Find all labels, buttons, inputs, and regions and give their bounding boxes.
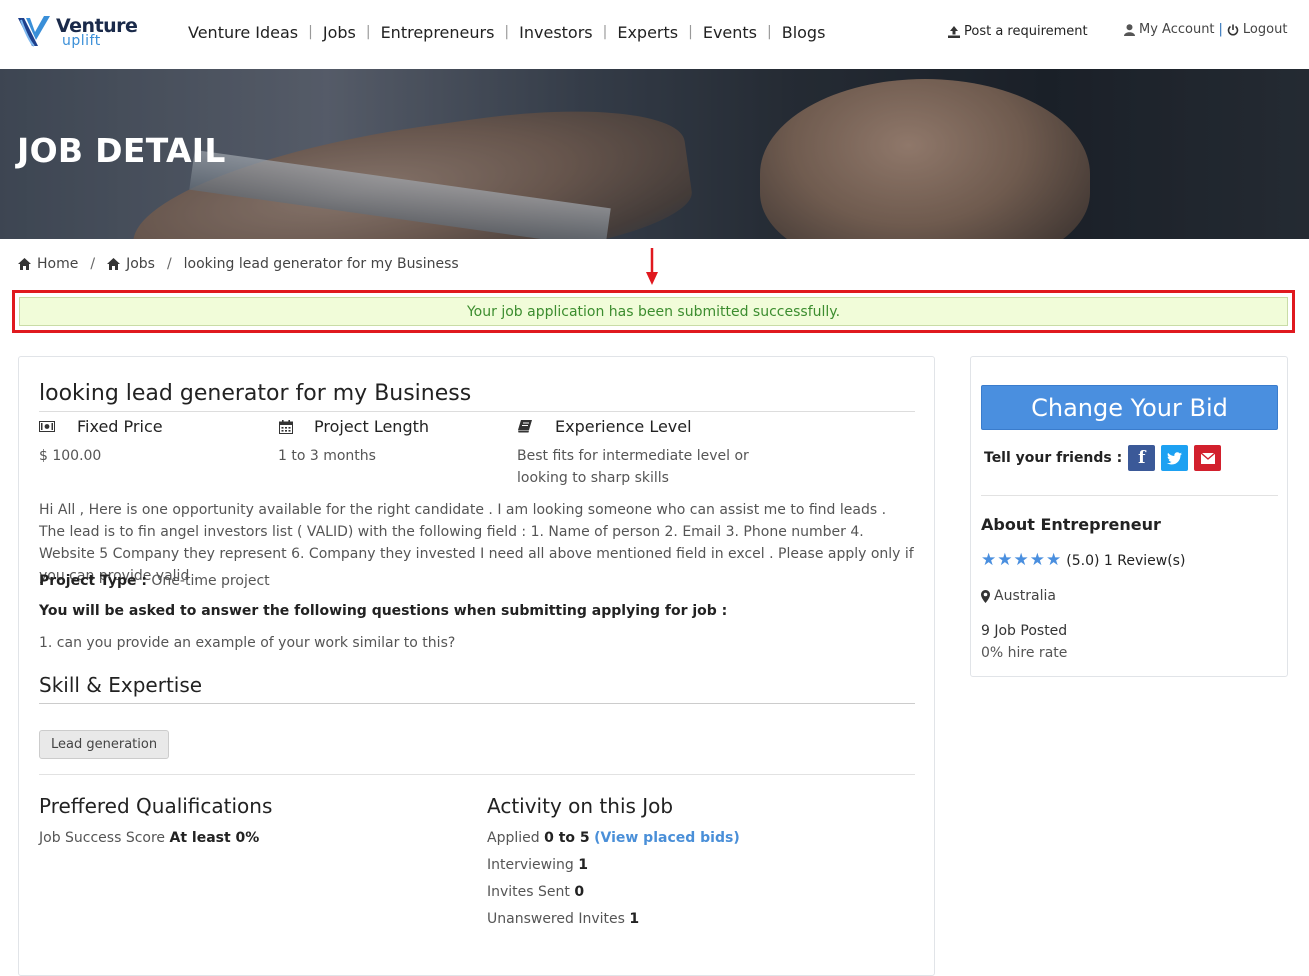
experience-value-line-1: Best fits for intermediate level or [517,448,749,464]
rating-text: (5.0) 1 Review(s) [1066,552,1186,569]
power-icon [1227,24,1239,35]
experience-value: Best fits for intermediate level or look… [517,445,749,489]
hire-rate: 0% hire rate [981,645,1068,661]
money-icon [39,420,55,434]
activity-applied: Applied 0 to 5 (View placed bids) [487,830,740,846]
qualifications-heading: Preffered Qualifications [39,794,273,818]
unanswered-invites-value: 1 [629,911,640,927]
divider [39,411,915,412]
nav-blogs[interactable]: Blogs [772,23,836,42]
star-icon: ★ [1046,550,1062,570]
divider [39,703,915,704]
rating-row: ★ ★ ★ ★ ★ (5.0) 1 Review(s) [981,552,1185,569]
job-success-row: Job Success Score At least 0% [39,830,259,846]
annotation-arrow-icon [646,248,658,285]
breadcrumb-current: looking lead generator for my Business [183,256,459,272]
star-icon: ★ [1029,550,1045,570]
change-bid-button[interactable]: Change Your Bid [981,385,1278,430]
experience-value-line-2: looking to sharp skills [517,470,669,486]
share-label: Tell your friends : [984,450,1123,466]
share-row: Tell your friends : f [984,445,1222,471]
project-type-row: Project Type : One-time project [39,573,270,589]
post-requirement-link[interactable]: Post a requirement [948,24,1088,39]
account-separator: | [1218,22,1223,37]
home-icon [18,258,31,270]
post-requirement-label: Post a requirement [964,24,1088,39]
success-alert: Your job application has been submitted … [19,297,1288,326]
envelope-icon [1200,452,1215,464]
site-header: Venture uplift Venture Ideas | Jobs | En… [0,0,1309,69]
breadcrumb-home[interactable]: Home [37,256,78,272]
project-type-value: One-time project [151,573,270,589]
breadcrumb-separator: / [90,256,96,272]
nav-entrepreneurs[interactable]: Entrepreneurs [371,23,505,42]
logo-text-uplift: uplift [62,33,101,49]
applied-value: 0 to 5 [544,830,590,846]
calendar-icon [278,419,294,434]
star-icon: ★ [1013,550,1029,570]
star-icon: ★ [997,550,1013,570]
length-label: Project Length [314,417,430,436]
activity-unanswered-invites: Unanswered Invites 1 [487,911,640,927]
nav-experts[interactable]: Experts [607,23,688,42]
meta-price: Fixed Price $ 100.00 [39,417,163,467]
jobs-posted: 9 Job Posted [981,623,1068,639]
meta-length: Project Length 1 to 3 months [278,417,429,467]
location-text: Australia [994,588,1056,604]
breadcrumb-separator: / [166,256,172,272]
experience-label: Experience Level [555,417,692,436]
page-banner: JOB DETAIL [0,69,1309,239]
job-success-label: Job Success Score [39,830,166,846]
facebook-share-button[interactable]: f [1128,445,1156,471]
breadcrumb-jobs[interactable]: Jobs [126,256,155,272]
project-type-label: Project Type : [39,573,147,589]
star-icon: ★ [981,550,997,570]
twitter-share-button[interactable] [1161,445,1189,471]
activity-heading: Activity on this Job [487,794,674,818]
alert-highlight-box: Your job application has been submitted … [12,290,1295,333]
activity-interviewing: Interviewing 1 [487,857,588,873]
venture-uplift-logo[interactable]: Venture uplift [16,14,138,50]
job-success-value: At least 0% [169,830,260,846]
skills-heading: Skill & Expertise [39,673,203,697]
user-icon [1124,23,1135,36]
account-area: My Account | Logout [1124,22,1287,37]
breadcrumb: Home / Jobs / looking lead generator for… [18,256,459,272]
meta-experience: Experience Level Best fits for intermedi… [517,417,749,489]
job-title: looking lead generator for my Business [39,381,472,406]
sidebar-panel: Change Your Bid Tell your friends : f Ab… [970,356,1288,677]
about-entrepreneur-heading: About Entrepreneur [981,515,1161,534]
nav-venture-ideas[interactable]: Venture Ideas [178,23,308,42]
my-account-link[interactable]: My Account [1139,22,1215,37]
view-placed-bids-link[interactable]: (View placed bids) [594,830,740,846]
home-icon [107,258,121,270]
price-label: Fixed Price [77,417,163,436]
divider [39,774,915,775]
question-1: 1. can you provide an example of your wo… [39,635,456,651]
location-row: Australia [981,588,1056,604]
job-detail-panel: looking lead generator for my Business F… [18,356,935,976]
book-icon [517,420,533,434]
upload-icon [948,25,960,38]
main-nav: Venture Ideas | Jobs | Entrepreneurs | I… [178,20,835,44]
skill-chip-lead-generation[interactable]: Lead generation [39,730,170,759]
price-value: $ 100.00 [39,448,102,464]
page-title: JOB DETAIL [17,131,226,170]
email-share-button[interactable] [1194,445,1222,471]
facebook-icon: f [1138,448,1146,468]
logout-link[interactable]: Logout [1243,22,1288,37]
logo-v-icon [18,16,50,47]
nav-investors[interactable]: Investors [509,23,602,42]
twitter-icon [1167,451,1183,464]
map-marker-icon [981,589,990,603]
nav-events[interactable]: Events [693,23,767,42]
activity-invites-sent: Invites Sent 0 [487,884,585,900]
nav-jobs[interactable]: Jobs [313,23,366,42]
questions-note: You will be asked to answer the followin… [39,603,728,619]
divider [981,495,1278,496]
invites-sent-value: 0 [574,884,585,900]
length-value: 1 to 3 months [278,448,376,464]
interviewing-value: 1 [578,857,588,873]
